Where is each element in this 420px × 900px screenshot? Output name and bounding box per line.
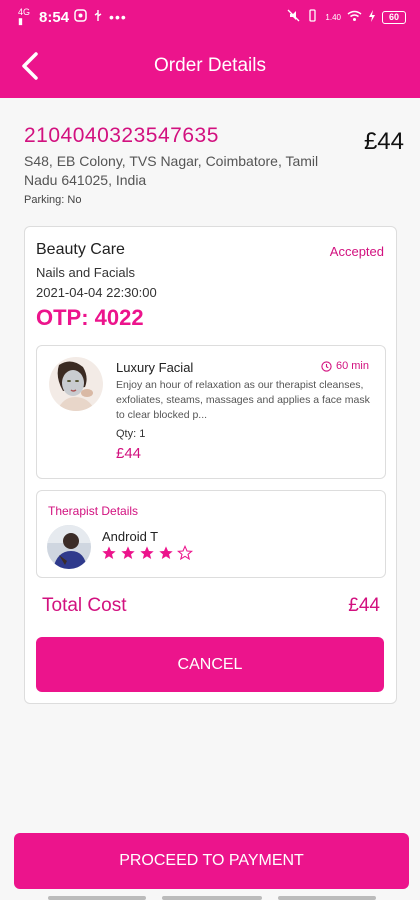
total-cost-value: £44 [348, 595, 380, 616]
app-bar: Order Details [0, 34, 420, 98]
therapist-name: Android T [102, 529, 159, 544]
whatsapp-icon [74, 9, 87, 25]
service-price: £44 [116, 445, 142, 462]
service-duration: 60 min [321, 360, 369, 372]
service-name: Luxury Facial [116, 360, 194, 375]
chevron-left-icon [22, 52, 38, 80]
service-qty: Qty: 1 [116, 428, 146, 440]
service-description: Enjoy an hour of relaxation as our thera… [116, 379, 370, 421]
status-right: 1.40 60 [287, 9, 406, 25]
booking-card: Beauty Care Accepted Nails and Facials 2… [24, 226, 397, 704]
star-filled-icon [140, 546, 154, 559]
star-empty-icon [177, 545, 193, 561]
star-filled-icon [102, 546, 116, 559]
service-category: Beauty Care [36, 241, 125, 258]
page-title: Order Details [154, 55, 266, 76]
therapist-card[interactable]: Therapist Details Android T [36, 490, 386, 578]
duration-text: 60 min [335, 360, 369, 372]
order-price: £44 [363, 128, 404, 155]
therapist-rating [101, 545, 193, 561]
status-badge: Accepted [329, 244, 384, 259]
battery-icon: 60 [382, 10, 406, 24]
status-time: 8:54 [39, 8, 70, 26]
nav-bar-stub [162, 896, 262, 900]
booking-datetime: 2021-04-04 22:30:00 [36, 285, 157, 300]
usb-icon [92, 9, 104, 25]
order-address: S48, EB Colony, TVS Nagar, Coimbatore, T… [24, 153, 319, 188]
nav-bar-stub [278, 896, 376, 900]
order-header: 2104040323547635 £44 S48, EB Colony, TVS… [24, 124, 404, 206]
star-filled-icon [121, 546, 135, 559]
status-bar: 4G ▮ 8:54 ••• 1.40 60 [0, 0, 420, 34]
order-id: 2104040323547635 [24, 124, 219, 147]
avatar [47, 525, 91, 569]
cancel-button[interactable]: CANCEL [36, 637, 384, 692]
proceed-to-payment-button[interactable]: PROCEED TO PAYMENT [14, 833, 409, 889]
service-item[interactable]: Luxury Facial 60 min Enjoy an hour of re… [36, 345, 386, 479]
otp-code: OTP: 4022 [36, 305, 144, 330]
service-image [49, 357, 103, 411]
vibrate-icon [306, 9, 319, 25]
signal-4g-icon: 4G ▮ [18, 7, 31, 26]
wifi-icon [347, 10, 362, 25]
parking-info: Parking: No [24, 194, 82, 206]
status-left: 4G ▮ 8:54 ••• [18, 8, 127, 26]
network-speed: 1.40 [325, 12, 341, 22]
nav-bar-stub [48, 896, 146, 900]
more-dots-icon: ••• [109, 9, 127, 25]
charging-icon [368, 9, 376, 25]
clock-icon [321, 360, 332, 372]
star-filled-icon [159, 546, 173, 559]
mute-icon [287, 9, 300, 25]
total-cost-label: Total Cost [42, 595, 127, 616]
service-subcategory: Nails and Facials [36, 265, 135, 280]
therapist-label: Therapist Details [48, 504, 139, 518]
back-button[interactable] [12, 48, 48, 84]
